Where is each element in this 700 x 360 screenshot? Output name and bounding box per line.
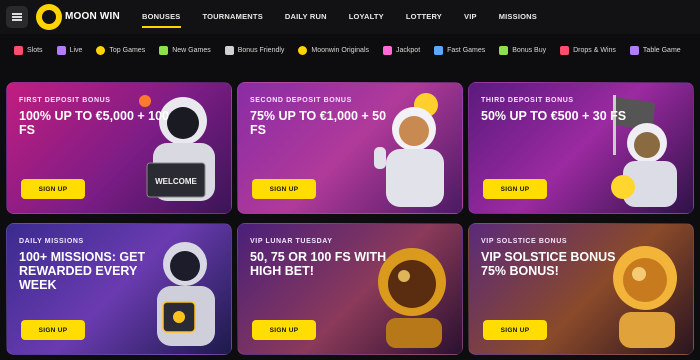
hamburger-menu-icon[interactable] [6,6,28,28]
sign-up-button[interactable]: SIGN UP [252,320,316,340]
moon-logo-icon [36,4,62,30]
jackpot-icon [383,45,393,55]
card-title: 75% UP TO €1,000 + 50 FS [250,109,387,137]
card-label: DAILY MISSIONS [19,238,84,245]
category-top-games[interactable]: Top Games [96,45,145,55]
gift-icon [224,45,234,55]
top-navigation-bar: MOON WIN BONUSES TOURNAMENTS DAILY RUN L… [0,0,700,34]
live-icon [56,45,66,55]
category-bonus-friendly[interactable]: Bonus Friendly [224,45,284,55]
category-new-games[interactable]: New Games [159,45,211,55]
bonus-card-daily-missions[interactable]: DAILY MISSIONS 100+ MISSIONS: GET REWARD… [6,223,232,355]
card-title: 100% UP TO €5,000 + 100 FS [19,109,169,137]
nav-vip[interactable]: VIP [464,0,477,34]
category-drops-wins[interactable]: Drops & Wins [560,45,616,55]
card-label: VIP SOLSTICE BONUS [481,238,568,245]
category-table-game[interactable]: Table Game [629,45,681,55]
rocket-icon [434,45,444,55]
card-label: THIRD DEPOSIT BONUS [481,97,574,104]
bonus-card-vip-lunar-tuesday[interactable]: VIP LUNAR TUESDAY 50, 75 OR 100 FS WITH … [237,223,463,355]
card-title: 50% UP TO €500 + 30 FS [481,109,627,123]
drops-icon [560,45,570,55]
category-live[interactable]: Live [56,45,82,55]
logo-text: MOON WIN [65,11,120,22]
table-icon [629,45,639,55]
sign-up-button[interactable]: SIGN UP [483,179,547,199]
nav-daily-run[interactable]: DAILY RUN [285,0,327,34]
card-title: 50, 75 OR 100 FS WITH HIGH BET! [250,250,387,278]
slot-machine-icon [14,45,23,55]
sign-up-button[interactable]: SIGN UP [21,320,85,340]
category-fast-games[interactable]: Fast Games [434,45,485,55]
card-title: 100+ MISSIONS: GET REWARDED EVERY WEEK [19,250,146,292]
bonus-card-second-deposit[interactable]: SECOND DEPOSIT BONUS 75% UP TO €1,000 + … [237,82,463,214]
bonus-card-third-deposit[interactable]: THIRD DEPOSIT BONUS 50% UP TO €500 + 30 … [468,82,694,214]
main-nav: BONUSES TOURNAMENTS DAILY RUN LOYALTY LO… [142,0,559,34]
sign-up-button[interactable]: SIGN UP [483,320,547,340]
category-bonus-buy[interactable]: Bonus Buy [499,45,546,55]
nav-loyalty[interactable]: LOYALTY [349,0,384,34]
nav-bonuses[interactable]: BONUSES [142,0,181,34]
category-moonwin-originals[interactable]: Moonwin Originals [298,45,369,55]
nav-missions[interactable]: MISSIONS [499,0,537,34]
card-label: VIP LUNAR TUESDAY [250,238,333,245]
nav-tournaments[interactable]: TOURNAMENTS [203,0,263,34]
bonus-card-first-deposit[interactable]: WELCOME FIRST DEPOSIT BONUS 100% UP TO €… [6,82,232,214]
category-jackpot[interactable]: Jackpot [383,45,420,55]
card-label: SECOND DEPOSIT BONUS [250,97,352,104]
category-slots[interactable]: Slots [14,45,43,55]
sparkle-icon [159,45,169,55]
svg-text:WELCOME: WELCOME [155,177,197,186]
card-label: FIRST DEPOSIT BONUS [19,97,111,104]
card-title: VIP SOLSTICE BONUS 75% BONUS! [481,250,616,278]
sign-up-button[interactable]: SIGN UP [21,179,85,199]
bonus-buy-icon [499,45,509,55]
crown-icon [96,45,106,55]
game-category-bar: Slots Live Top Games New Games Bonus Fri… [0,38,700,62]
bonus-card-vip-solstice[interactable]: VIP SOLSTICE BONUS VIP SOLSTICE BONUS 75… [468,223,694,355]
moon-icon [298,45,308,55]
sign-up-button[interactable]: SIGN UP [252,179,316,199]
nav-lottery[interactable]: LOTTERY [406,0,442,34]
site-logo[interactable]: MOON WIN [36,4,120,30]
